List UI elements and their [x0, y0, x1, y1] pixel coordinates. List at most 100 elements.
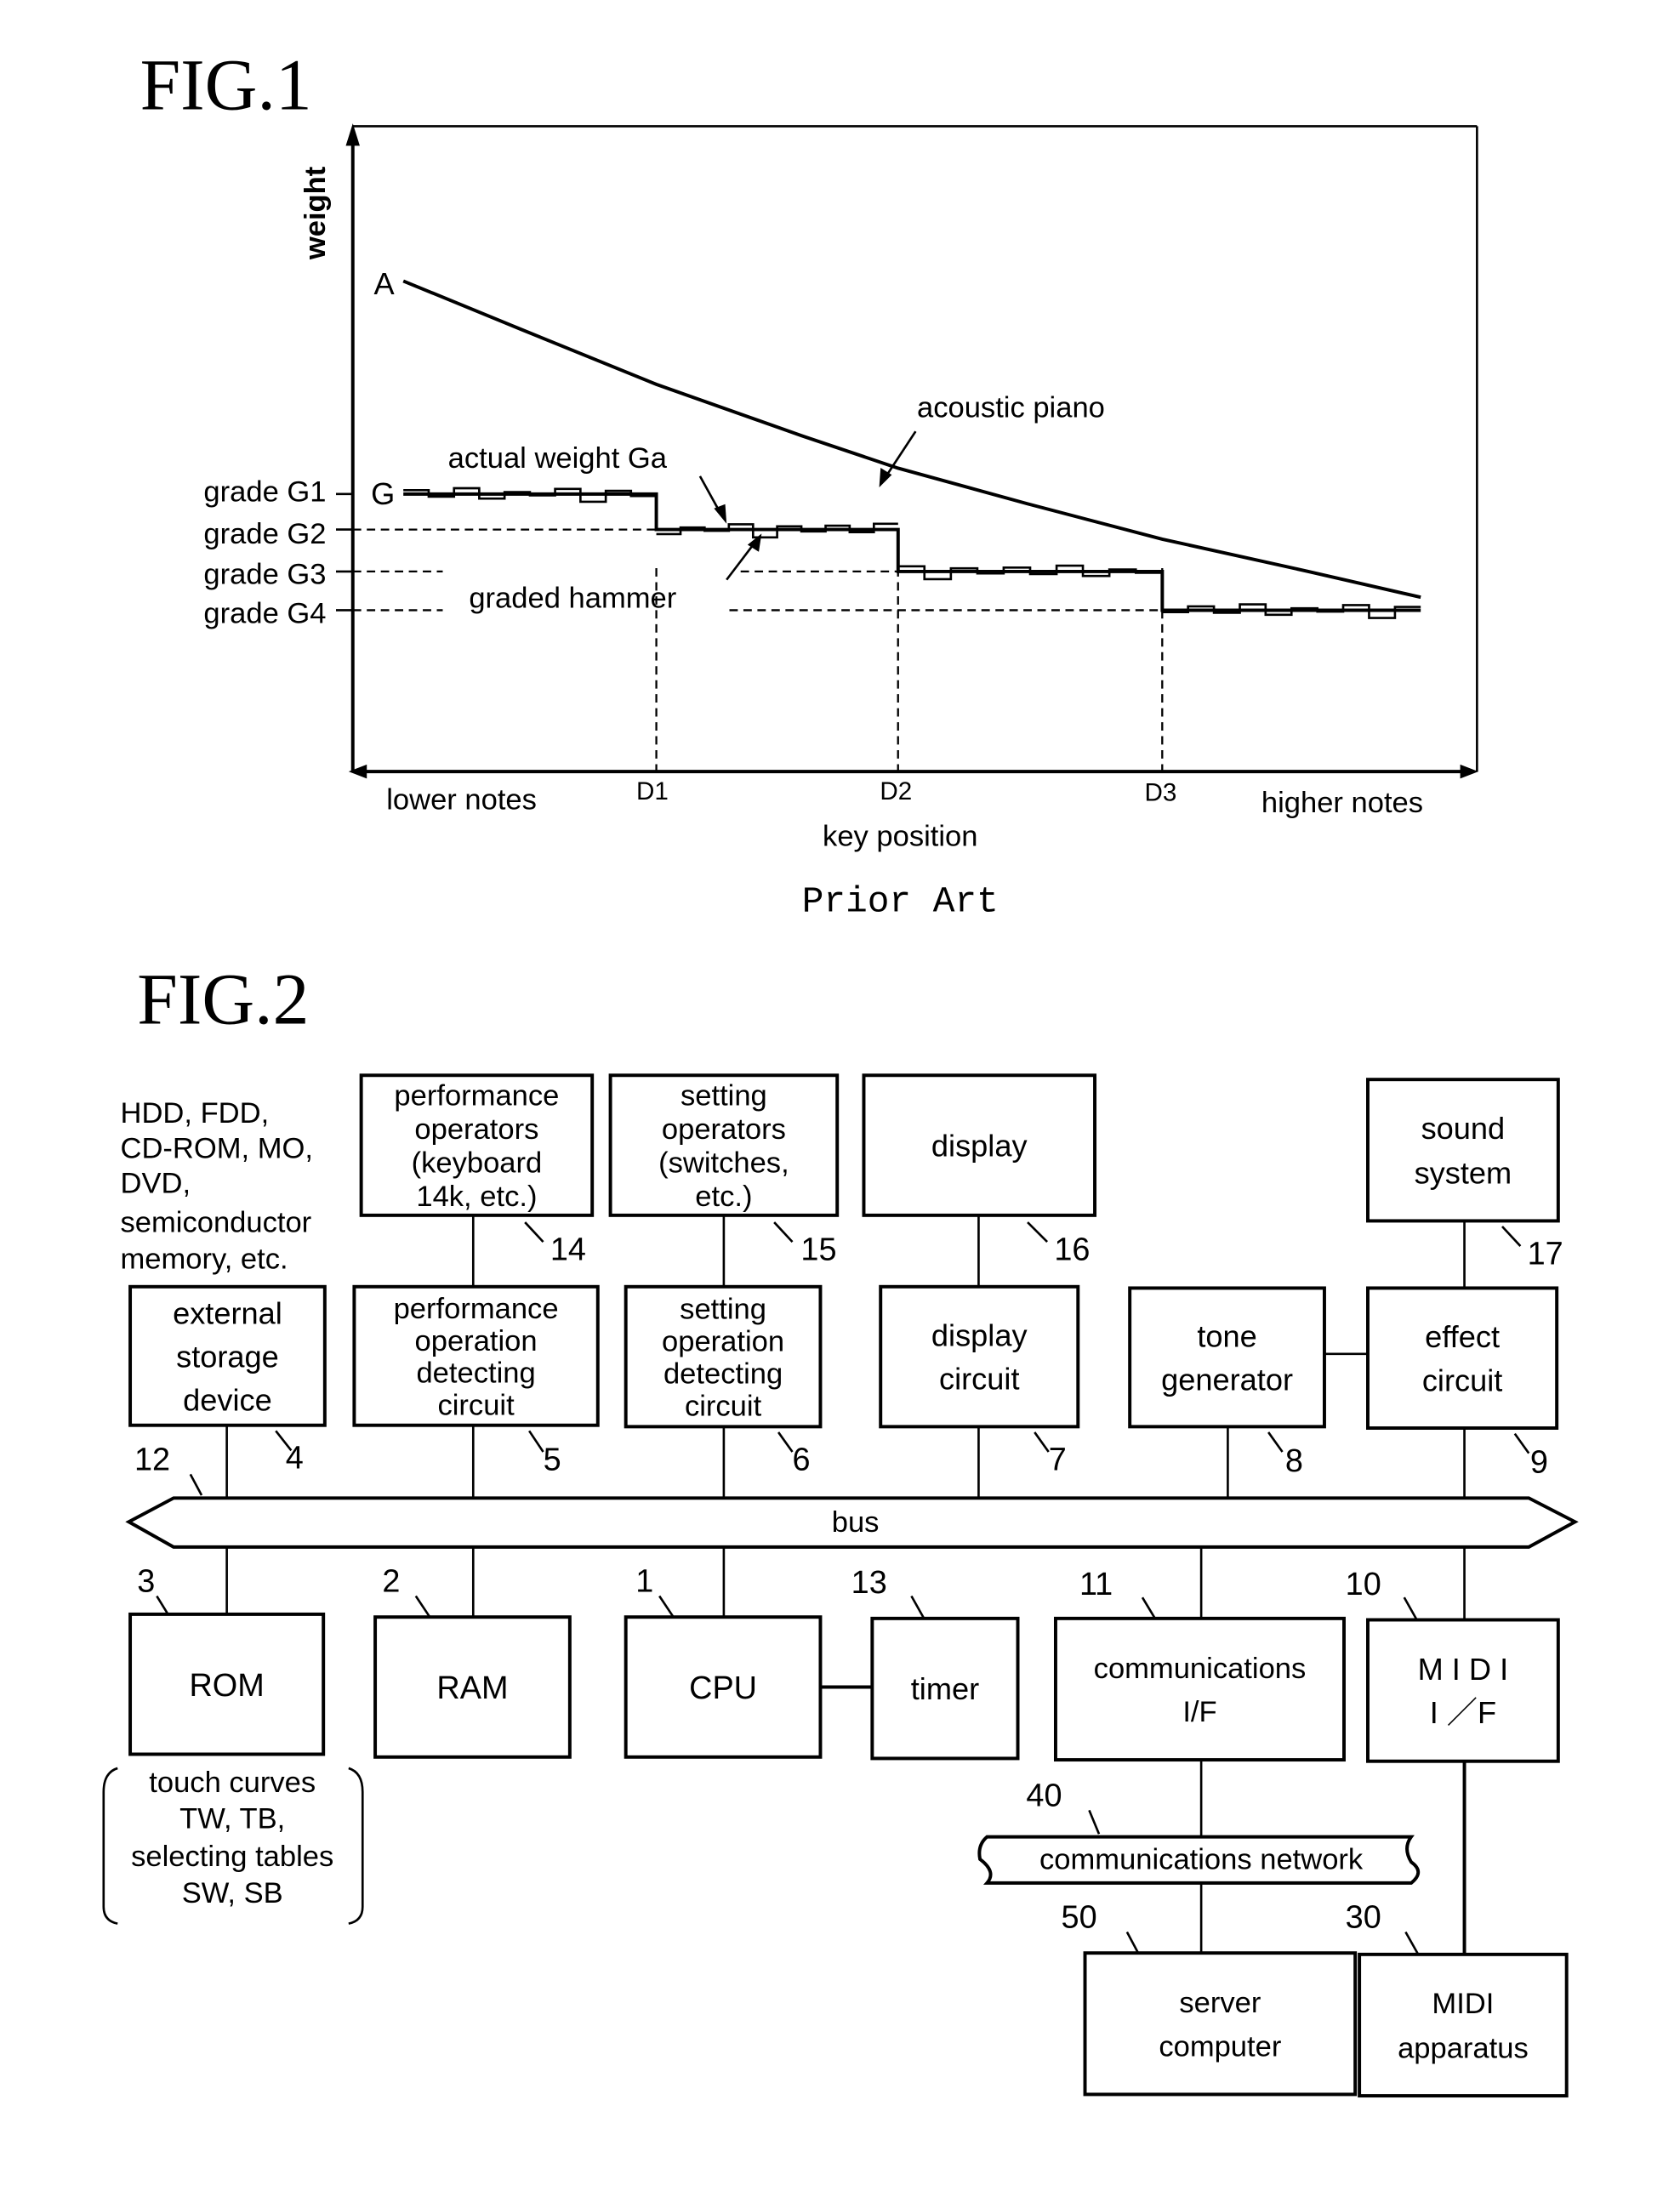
leader-line: [777, 1431, 794, 1453]
block-label: operation: [415, 1325, 538, 1357]
y-tick-label: grade G3: [203, 559, 326, 591]
x-axis-right-arrow-icon: [1460, 764, 1478, 779]
rom-contents-note: touch curves TW, TB, selecting tables SW…: [131, 1767, 333, 1909]
acoustic-piano-annotation: acoustic piano: [917, 392, 1105, 424]
block-label: detecting: [416, 1357, 535, 1390]
chart-marks: [336, 279, 1421, 772]
svg-text:HDD, FDD,: HDD, FDD,: [121, 1097, 270, 1130]
tone-gen-box: [1128, 1286, 1326, 1429]
curve-a-label: A: [373, 266, 395, 301]
comm-if-box: [1053, 1616, 1346, 1762]
block-label: 14k, etc.): [416, 1181, 537, 1213]
y-axis-label: weight: [299, 166, 332, 260]
block-label: ROM: [189, 1668, 264, 1704]
svg-text:semiconductor: semiconductor: [121, 1207, 312, 1239]
block-label: tone: [1197, 1318, 1256, 1353]
leader-line: [1501, 1226, 1522, 1247]
block-label: performance: [394, 1293, 559, 1325]
leader-line: [156, 1595, 169, 1615]
x-left-label: lower notes: [386, 784, 537, 817]
midi-if-box: [1366, 1618, 1560, 1763]
ref-40: 40: [1026, 1778, 1062, 1813]
x-tick-label: D1: [636, 777, 669, 805]
block-label: operation: [662, 1326, 784, 1358]
block-label: setting: [681, 1080, 767, 1113]
leader-line: [910, 1595, 925, 1619]
fig1-chart: weight grade G1 grade G2 grade G3 grade …: [203, 123, 1478, 852]
block-label: operators: [414, 1113, 538, 1146]
block-label: timer: [911, 1671, 979, 1706]
block-label: sound: [1421, 1111, 1506, 1146]
block-label: setting: [680, 1294, 766, 1326]
leader-line: [1141, 1596, 1156, 1619]
perf-ops-block: performanceoperators(keyboard14k, etc.) 1…: [359, 1073, 595, 1268]
ref-11: 11: [1079, 1567, 1113, 1602]
svg-text:SW, SB: SW, SB: [182, 1877, 283, 1909]
ref-15: 15: [800, 1232, 836, 1268]
ref-8: 8: [1285, 1443, 1303, 1479]
curve-g-label: G: [371, 476, 395, 511]
leader-line: [1125, 1931, 1140, 1954]
block-label: detecting: [663, 1357, 783, 1390]
block-label: etc.): [695, 1181, 752, 1213]
block-label: device: [183, 1382, 272, 1417]
actual-weight-annotation: actual weight Ga: [448, 442, 668, 475]
block-label: circuit: [939, 1362, 1020, 1397]
svg-text:selecting tables: selecting tables: [131, 1841, 333, 1873]
display-circuit-box: [879, 1284, 1080, 1429]
comm-if-block: communications I/F 11: [1053, 1567, 1346, 1762]
midi-app-block: MIDI apparatus 30: [1346, 1900, 1569, 2098]
leader-line: [528, 1430, 544, 1453]
block-label: display: [931, 1129, 1028, 1164]
ref-9: 9: [1530, 1445, 1548, 1481]
leader-line: [1403, 1596, 1418, 1621]
block-diagram: HDD, FDD, CD-ROM, MO, DVD, semiconductor…: [102, 1073, 1579, 2098]
leader-line: [658, 1595, 675, 1618]
midi-if-block: M I D I I ／F 10: [1346, 1567, 1560, 1763]
ref-7: 7: [1049, 1442, 1067, 1477]
timer-block: timer 13: [851, 1565, 1020, 1761]
leader-line: [1404, 1931, 1420, 1955]
block-label: circuit: [437, 1389, 515, 1421]
leader-line: [1034, 1431, 1050, 1453]
block-label: computer: [1159, 2030, 1281, 2063]
block-label: M I D I: [1418, 1652, 1509, 1687]
block-label: communications: [1094, 1653, 1307, 1685]
block-label: CPU: [689, 1670, 757, 1706]
ref-13: 13: [851, 1565, 887, 1601]
block-label: circuit: [685, 1390, 762, 1422]
leader-line: [189, 1473, 203, 1496]
block-label: MIDI: [1432, 1988, 1494, 2020]
block-label: RAM: [436, 1670, 508, 1706]
block-label: external: [173, 1295, 282, 1330]
rom-note-bracket-right: [348, 1767, 364, 1925]
ref-16: 16: [1054, 1232, 1090, 1268]
ref-12: 12: [134, 1442, 170, 1477]
block-label: I/F: [1182, 1696, 1216, 1728]
leader-line: [414, 1595, 431, 1618]
x-tick-label: D3: [1144, 779, 1176, 807]
block-label: display: [931, 1318, 1028, 1353]
y-tick-label: grade G4: [203, 598, 326, 630]
perf-detect-block: performanceoperationdetectingcircuit 5: [352, 1284, 600, 1477]
block-label: (keyboard: [412, 1147, 543, 1180]
block-label: storage: [176, 1339, 279, 1374]
ref-1: 1: [635, 1564, 653, 1600]
x-axis-label: key position: [823, 820, 977, 852]
midi-app-box: [1358, 1952, 1569, 2098]
leader-line: [524, 1221, 544, 1243]
block-label: generator: [1161, 1362, 1293, 1397]
svg-text:touch curves: touch curves: [149, 1767, 316, 1799]
block-label: operators: [662, 1113, 786, 1146]
svg-text:memory, etc.: memory, etc.: [121, 1243, 288, 1275]
server-box: [1083, 1951, 1358, 2097]
ref-14: 14: [550, 1232, 586, 1268]
x-right-label: higher notes: [1261, 787, 1423, 819]
patent-sheet: FIG.1 weight grade G1 grade G2 grade G3 …: [102, 45, 1579, 2098]
acoustic-piano-curve: [402, 279, 1421, 600]
storage-media-note: HDD, FDD, CD-ROM, MO, DVD, semiconductor…: [121, 1097, 313, 1275]
ref-17: 17: [1528, 1236, 1563, 1272]
svg-text:CD-ROM, MO,: CD-ROM, MO,: [121, 1132, 313, 1164]
leader-line: [1513, 1432, 1530, 1454]
ref-3: 3: [137, 1564, 155, 1600]
